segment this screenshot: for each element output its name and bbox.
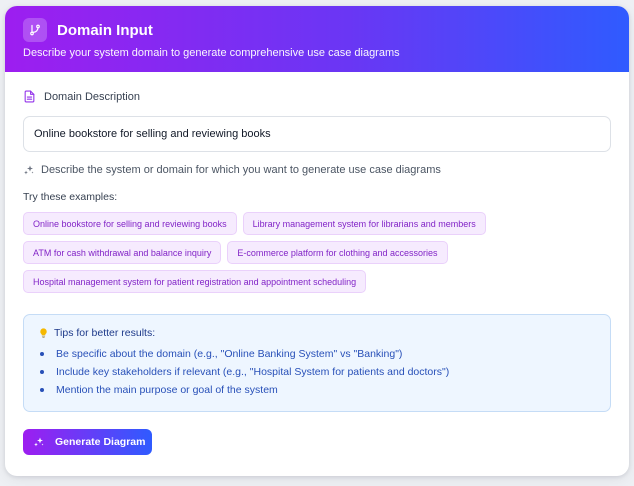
bullet-icon xyxy=(40,388,44,392)
list-item: Include key stakeholders if relevant (e.… xyxy=(38,363,596,381)
example-chip-hospital[interactable]: Hospital management system for patient r… xyxy=(23,270,367,293)
domain-description-label: Domain Description xyxy=(23,90,611,103)
page-title: Domain Input xyxy=(57,21,153,39)
generate-diagram-button[interactable]: Generate Diagram xyxy=(23,429,152,455)
hint-text: Describe the system or domain for which … xyxy=(41,164,441,176)
domain-description-input[interactable] xyxy=(23,116,611,152)
card-header: Domain Input Describe your system domain… xyxy=(5,6,629,72)
domain-label-text: Domain Description xyxy=(44,90,140,103)
sparkles-icon xyxy=(24,165,34,175)
page-subtitle: Describe your system domain to generate … xyxy=(23,47,400,59)
generate-button-label: Generate Diagram xyxy=(55,436,146,448)
tip-text: Be specific about the domain (e.g., "Onl… xyxy=(56,348,403,360)
domain-input-card: Domain Input Describe your system domain… xyxy=(5,6,629,476)
document-icon xyxy=(24,90,35,103)
bullet-icon xyxy=(40,370,44,374)
example-chip-library[interactable]: Library management system for librarians… xyxy=(242,212,486,235)
input-hint: Describe the system or domain for which … xyxy=(23,164,611,176)
example-chip-atm[interactable]: ATM for cash withdrawal and balance inqu… xyxy=(23,241,222,264)
example-chip-bookstore[interactable]: Online bookstore for selling and reviewi… xyxy=(23,212,237,235)
example-chips: Online bookstore for selling and reviewi… xyxy=(23,212,593,299)
sparkles-icon xyxy=(34,437,44,447)
examples-title: Try these examples: xyxy=(23,191,118,203)
tip-text: Include key stakeholders if relevant (e.… xyxy=(56,366,450,378)
bullet-icon xyxy=(40,352,44,356)
tips-title: Tips for better results: xyxy=(38,327,596,339)
tip-text: Mention the main purpose or goal of the … xyxy=(56,384,278,396)
example-chip-ecommerce[interactable]: E-commerce platform for clothing and acc… xyxy=(227,241,448,264)
git-branch-icon xyxy=(23,18,47,42)
tips-title-text: Tips for better results: xyxy=(54,327,156,339)
tips-list: Be specific about the domain (e.g., "Onl… xyxy=(38,345,596,399)
list-item: Mention the main purpose or goal of the … xyxy=(38,381,596,399)
tips-panel: Tips for better results: Be specific abo… xyxy=(23,314,611,412)
list-item: Be specific about the domain (e.g., "Onl… xyxy=(38,345,596,363)
lightbulb-icon xyxy=(40,328,47,339)
